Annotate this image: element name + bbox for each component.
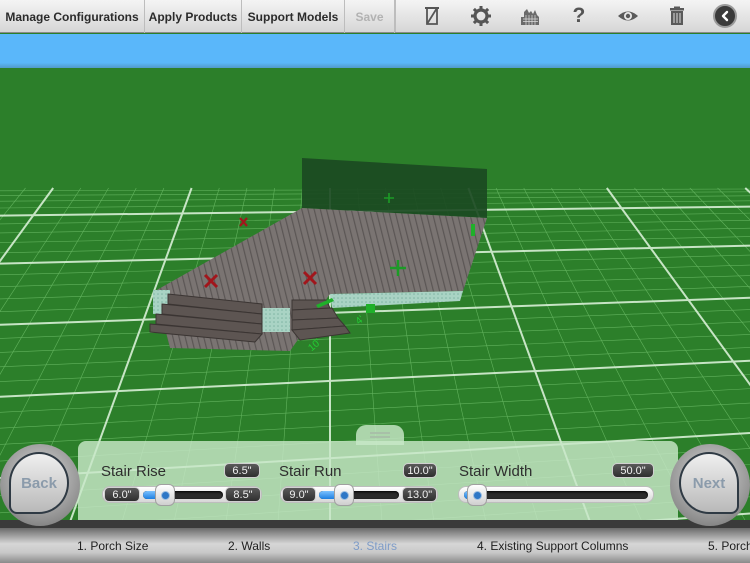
lattice-skirt-mid [262, 308, 290, 332]
grip-line [370, 432, 390, 434]
help-icon[interactable]: ? [566, 3, 592, 29]
collapse-toolbar-button[interactable] [712, 3, 738, 29]
app-root: Manage Configurations Apply Products Sup… [0, 0, 750, 563]
trash-icon[interactable] [664, 3, 690, 29]
grid-line [0, 321, 750, 353]
stair-rise-label: Stair Rise [101, 463, 167, 480]
slider-track [319, 484, 399, 506]
top-toolbar: Manage Configurations Apply Products Sup… [0, 0, 750, 33]
back-wall [302, 158, 487, 218]
help-glyph: ? [572, 4, 586, 27]
next-button[interactable]: Next [679, 452, 739, 514]
stair-run-value: 10.0" [403, 463, 437, 478]
step-existing-support-columns[interactable]: 4. Existing Support Columns [477, 539, 628, 553]
apply-products-button[interactable]: Apply Products [145, 0, 242, 33]
support-models-button[interactable]: Support Models [242, 0, 345, 33]
stair-run-max: 13.0" [402, 487, 437, 502]
slider-thumb[interactable] [155, 484, 175, 506]
wizard-steps-bar: 1. Porch Size 2. Walls 3. Stairs 4. Exis… [0, 528, 750, 563]
buildings-icon[interactable] [517, 3, 543, 29]
stair-run-min: 9.0" [282, 487, 316, 502]
stair-rise-value: 6.5" [224, 463, 260, 478]
panel-base [0, 520, 750, 528]
stair-run-slider[interactable]: 9.0" 13.0" [280, 484, 438, 506]
toolbar-icon-group: ? [395, 0, 750, 32]
back-button[interactable]: Back [9, 452, 69, 514]
grid-line [0, 309, 750, 339]
stair-rise-min: 6.0" [104, 487, 140, 502]
grid-line [744, 187, 750, 194]
next-button-frame: Next [670, 444, 750, 526]
grid-line [0, 359, 750, 398]
stairs-control-panel [78, 441, 678, 525]
step-walls[interactable]: 2. Walls [228, 539, 270, 553]
slider-thumb[interactable] [334, 484, 354, 506]
grid-line [0, 347, 750, 382]
grip-line [370, 436, 390, 438]
stair-width-label: Stair Width [459, 463, 533, 480]
slider-track [464, 484, 648, 506]
chevron-left-icon [713, 4, 738, 28]
measure-icon[interactable] [419, 3, 445, 29]
manage-configurations-button[interactable]: Manage Configurations [0, 0, 145, 33]
stair-run-label: Stair Run [279, 463, 342, 480]
stair-width-slider[interactable] [458, 484, 654, 506]
grid-line [0, 334, 750, 368]
stair-rise-max: 8.5" [225, 487, 261, 502]
stair-width-value: 50.0" [612, 463, 654, 478]
gear-icon[interactable] [468, 3, 494, 29]
step-porch-size[interactable]: 1. Porch Size [77, 539, 148, 553]
sky [0, 34, 750, 70]
step-stairs[interactable]: 3. Stairs [353, 539, 397, 553]
save-button[interactable]: Save [345, 0, 395, 33]
slider-thumb[interactable] [467, 484, 488, 506]
stair-rise-slider[interactable]: 6.0" 8.5" [102, 484, 262, 506]
eye-icon[interactable] [615, 3, 641, 29]
back-button-frame: Back [0, 444, 80, 526]
slider-track [143, 484, 223, 506]
step-porch[interactable]: 5. Porch [708, 539, 750, 553]
dimension-label: 4' [354, 314, 367, 327]
